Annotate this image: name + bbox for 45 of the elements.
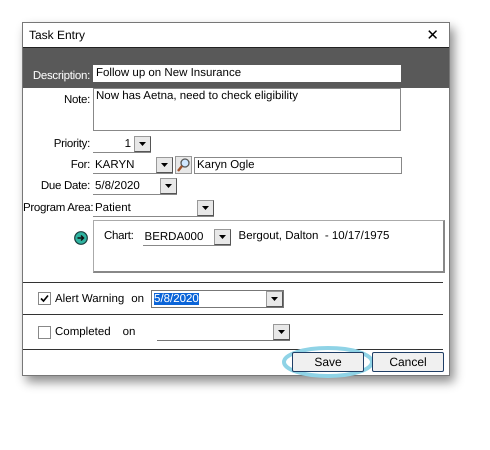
field-label: Program Area:: [23, 202, 93, 214]
dropdown-arrow-icon: [202, 206, 209, 210]
description-field[interactable]: Follow up on New Insurance: [93, 65, 401, 82]
dropdown-arrow-icon: [218, 234, 226, 238]
completed-checkbox[interactable]: [38, 326, 51, 338]
dropdown-button[interactable]: [273, 324, 290, 340]
note-field[interactable]: Now has Aetna, need to check eligibility: [93, 88, 401, 131]
dropdown-arrow-icon: [271, 296, 278, 300]
close-button[interactable]: ✕: [424, 26, 441, 44]
field-label: Priority:: [52, 138, 91, 150]
dropdown-button[interactable]: [134, 136, 151, 152]
on-label: on: [122, 326, 136, 338]
priority-dropdown[interactable]: 1: [93, 135, 151, 153]
alert-checkbox[interactable]: [38, 292, 51, 305]
checkbox-label: Alert Warning: [55, 292, 124, 304]
dropdown-button[interactable]: [156, 156, 173, 172]
window-title: Task Entry: [29, 28, 86, 42]
field-label: Due Date:: [40, 180, 91, 192]
field-label: For:: [70, 159, 91, 171]
save-button[interactable]: Save: [292, 352, 364, 372]
field-label: Description:: [32, 70, 91, 82]
field-label: Note:: [63, 94, 91, 106]
dropdown-arrow-icon: [161, 162, 168, 166]
due-date-dropdown[interactable]: 5/8/2020: [93, 177, 177, 195]
program-area-dropdown[interactable]: Patient: [93, 199, 214, 217]
dropdown-arrow-icon: [165, 184, 172, 188]
dropdown-arrow-icon: [278, 330, 286, 334]
for-dropdown[interactable]: KARYN: [93, 156, 173, 174]
field-label: Chart:: [104, 230, 135, 242]
dropdown-button[interactable]: [160, 178, 177, 194]
on-label: on: [131, 292, 144, 304]
check-icon: [40, 294, 49, 303]
dropdown-button[interactable]: [197, 200, 214, 216]
completed-date-dropdown[interactable]: [157, 323, 290, 341]
dropdown-button[interactable]: [214, 228, 231, 244]
dropdown-arrow-icon: [139, 142, 146, 146]
name-field[interactable]: Karyn Ogle: [194, 156, 402, 174]
alert-date-dropdown[interactable]: 5/8/2020: [151, 290, 284, 308]
arrow-circle-icon[interactable]: [74, 231, 88, 245]
dropdown-button[interactable]: [266, 290, 284, 306]
cancel-button[interactable]: Cancel: [372, 352, 444, 372]
search-icon[interactable]: [175, 156, 192, 174]
chart-dropdown[interactable]: BERDA000: [142, 228, 231, 246]
checkbox-label: Completed: [55, 326, 111, 338]
patient-info: Bergout, Dalton - 10/17/1975: [238, 230, 390, 242]
